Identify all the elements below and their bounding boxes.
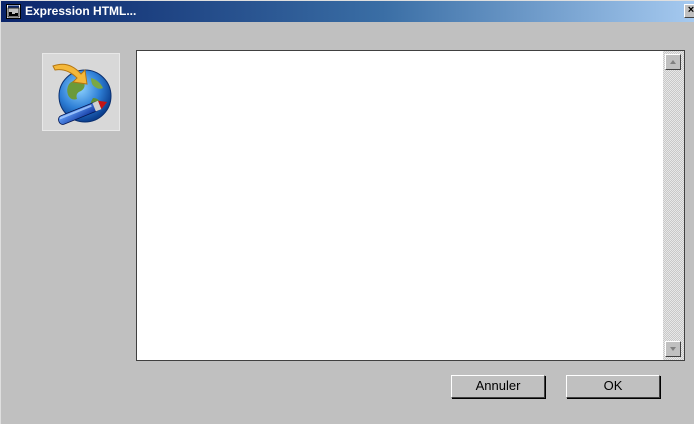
scroll-up-button[interactable] <box>665 54 681 70</box>
window-title: Expression HTML... <box>25 4 137 18</box>
cancel-button[interactable]: Annuler <box>451 375 545 398</box>
expression-html-dialog: Expression HTML... × Annuler OK <box>0 0 694 424</box>
close-icon: × <box>687 4 694 16</box>
close-button[interactable]: × <box>684 4 694 18</box>
html-expression-input[interactable] <box>137 51 663 360</box>
title-bar[interactable]: Expression HTML... × <box>1 1 694 22</box>
vertical-scrollbar[interactable] <box>663 51 684 360</box>
scroll-up-arrow-icon <box>670 60 676 64</box>
window-app-icon <box>6 4 21 19</box>
html-editor-frame <box>136 50 685 361</box>
ok-button[interactable]: OK <box>566 375 660 398</box>
scroll-down-arrow-icon <box>670 347 676 351</box>
scroll-down-button[interactable] <box>665 341 681 357</box>
globe-pen-icon <box>42 53 120 131</box>
